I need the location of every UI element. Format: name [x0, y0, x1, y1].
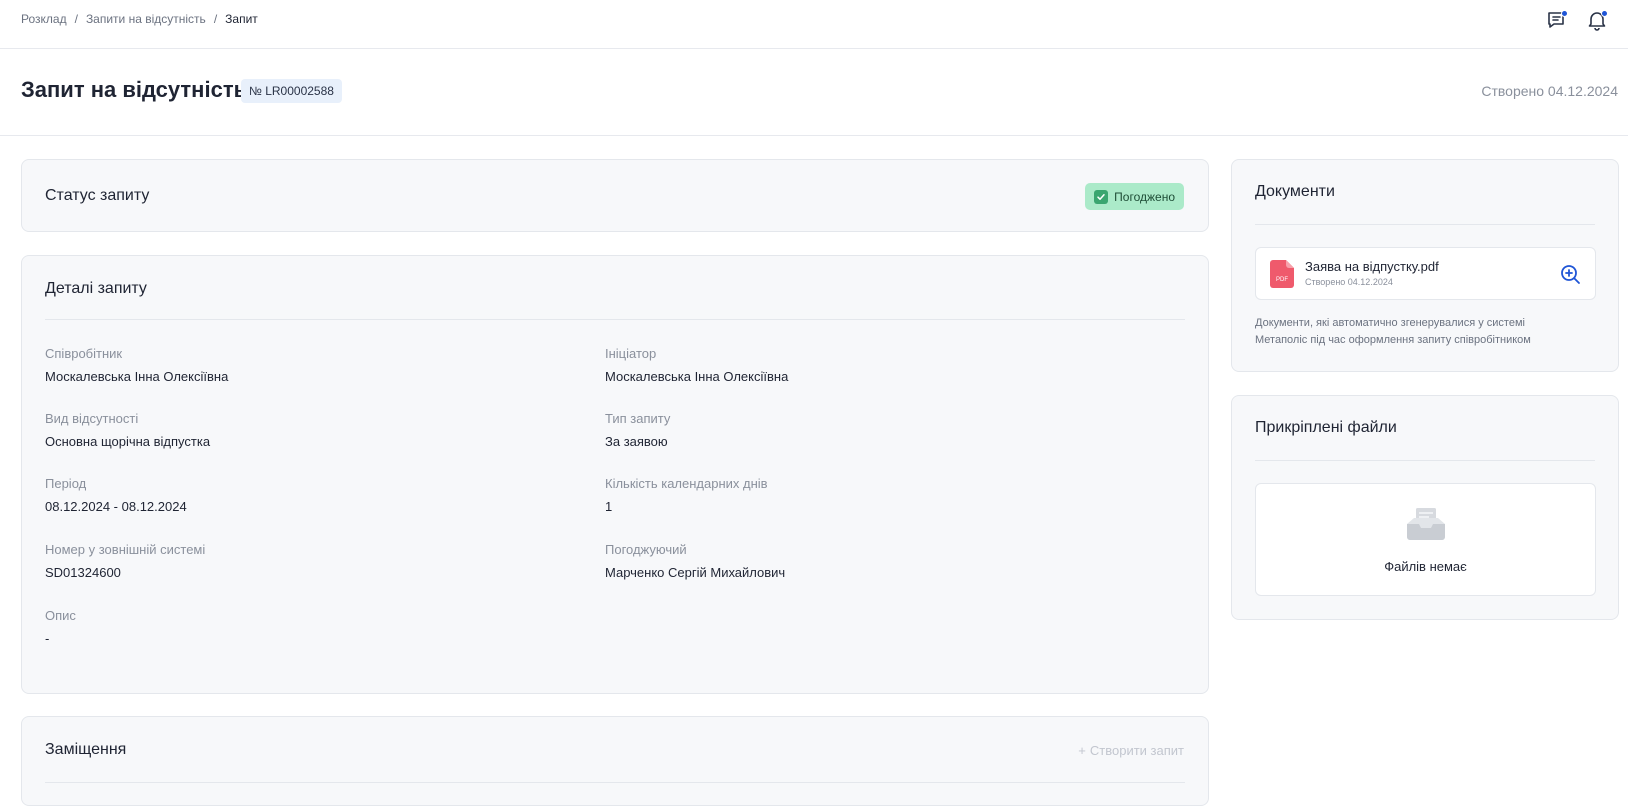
breadcrumb-item-schedule[interactable]: Розклад: [21, 12, 67, 26]
field-label: Номер у зовнішній системі: [45, 542, 206, 557]
field-initiator: Ініціатор Москалевська Інна Олексіївна: [605, 346, 788, 384]
notification-dot: [1601, 10, 1608, 17]
empty-files-box: Файлів немає: [1255, 483, 1596, 596]
field-label: Опис: [45, 608, 76, 623]
field-period: Період 08.12.2024 - 08.12.2024: [45, 476, 187, 514]
substitution-title: Заміщення: [45, 741, 127, 758]
field-external-number: Номер у зовнішній системі SD01324600: [45, 542, 205, 580]
check-icon: [1094, 189, 1109, 204]
breadcrumb: Розклад / Запити на відсутність / Запит: [21, 12, 258, 26]
field-value: 08.12.2024 - 08.12.2024: [45, 499, 187, 514]
page-title: Запит на відсутність: [21, 77, 248, 102]
documents-title: Документи: [1255, 183, 1335, 200]
status-badge: Погоджено: [1085, 183, 1184, 210]
divider: [1255, 460, 1595, 461]
field-label: Співробітник: [45, 346, 123, 361]
field-days: Кількість календарних днів 1: [605, 476, 768, 514]
breadcrumb-separator: /: [213, 12, 218, 26]
breadcrumb-current: Запит: [225, 12, 258, 26]
divider: [1255, 224, 1595, 225]
breadcrumb-item-absence-requests[interactable]: Запити на відсутність: [86, 12, 206, 26]
request-number-badge: № LR00002588: [241, 79, 342, 103]
status-badge-label: Погоджено: [1114, 189, 1175, 204]
chat-icon[interactable]: [1546, 9, 1568, 31]
breadcrumb-separator: /: [74, 12, 78, 26]
pdf-file-icon: PDF: [1270, 260, 1294, 288]
details-card: Деталі запиту Співробітник Москалевська …: [21, 255, 1209, 694]
pdf-icon-label: PDF: [1276, 277, 1288, 283]
field-value: Основна щорічна відпустка: [45, 434, 211, 449]
field-label: Ініціатор: [605, 346, 657, 361]
document-item[interactable]: PDF Заява на відпустку.pdf Створено 04.1…: [1255, 247, 1596, 300]
top-bar: Розклад / Запити на відсутність / Запит: [0, 0, 1628, 49]
documents-note: Документи, які автоматично згенерувалися…: [1255, 317, 1531, 346]
field-label: Вид відсутності: [45, 411, 139, 426]
create-request-label: Створити запит: [1089, 743, 1184, 758]
field-description: Опис -: [45, 608, 76, 646]
field-value: -: [45, 631, 50, 646]
field-employee: Співробітник Москалевська Інна Олексіївн…: [45, 346, 228, 384]
create-request-button[interactable]: + Створити запит: [1078, 743, 1184, 758]
substitution-card: Заміщення + Створити запит: [21, 716, 1209, 806]
attached-files-title: Прикріплені файли: [1255, 419, 1397, 436]
notification-dot: [1561, 10, 1568, 17]
field-request-type: Тип запиту За заявою: [605, 411, 670, 449]
empty-files-text: Файлів немає: [1384, 559, 1467, 574]
field-label: Період: [45, 476, 87, 491]
document-name[interactable]: Заява на відпустку.pdf: [1305, 259, 1439, 274]
documents-card: Документи PDF Заява на відпустку.pdf Ств…: [1231, 159, 1619, 372]
field-value: SD01324600: [45, 565, 121, 580]
details-title: Деталі запиту: [45, 280, 147, 297]
field-approver: Погоджуючий Марченко Сергій Михайлович: [605, 542, 785, 580]
field-absence-type: Вид відсутності Основна щорічна відпустк…: [45, 411, 210, 449]
field-value: Москалевська Інна Олексіївна: [605, 369, 789, 384]
field-value: Марченко Сергій Михайлович: [605, 565, 786, 580]
empty-inbox-icon: [1407, 508, 1445, 540]
field-label: Тип запиту: [605, 411, 671, 426]
field-label: Кількість календарних днів: [605, 476, 768, 491]
status-title: Статус запиту: [45, 187, 150, 204]
created-date: Створено 04.12.2024: [1481, 83, 1618, 99]
plus-icon: +: [1078, 743, 1086, 758]
field-value: 1: [605, 499, 613, 514]
status-card: Статус запиту Погоджено: [21, 159, 1209, 232]
field-value: Москалевська Інна Олексіївна: [45, 369, 229, 384]
field-label: Погоджуючий: [605, 542, 687, 557]
bell-icon[interactable]: [1586, 9, 1608, 31]
attached-files-card: Прикріплені файли Файлів немає: [1231, 395, 1619, 620]
document-date: Створено 04.12.2024: [1305, 277, 1393, 287]
field-value: За заявою: [605, 434, 668, 449]
divider: [45, 319, 1185, 320]
zoom-in-icon[interactable]: [1559, 263, 1581, 285]
page-header: Запит на відсутність № LR00002588 Створе…: [0, 49, 1628, 136]
